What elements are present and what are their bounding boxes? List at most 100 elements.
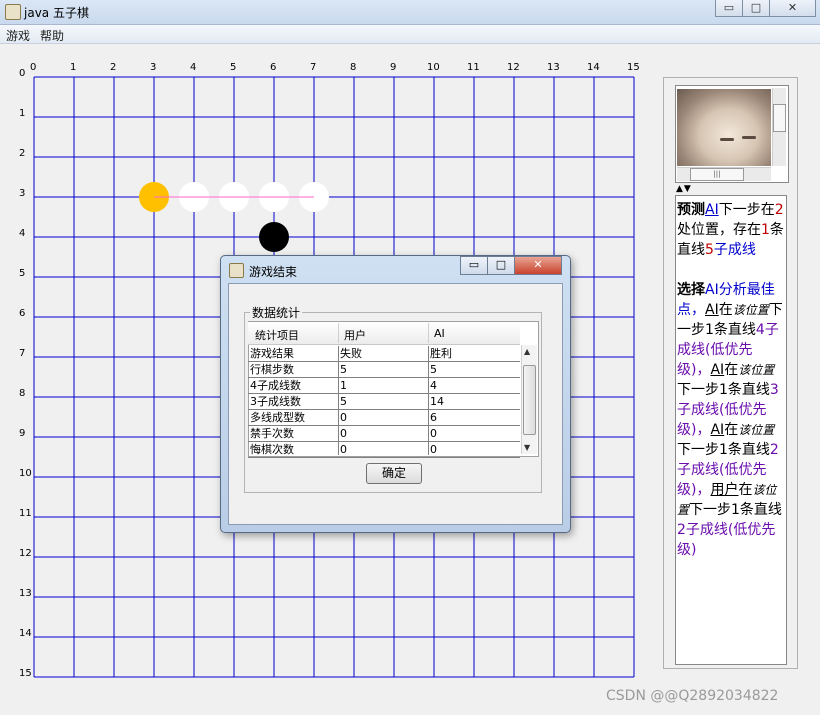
prediction-text-2: 处位置，存在 bbox=[677, 222, 761, 238]
close-button[interactable]: ✕ bbox=[769, 0, 816, 17]
cat-eye-right bbox=[742, 136, 756, 139]
row-label: 13 bbox=[19, 588, 32, 599]
table-column-divider bbox=[338, 346, 339, 455]
sleeping-cat-image bbox=[677, 89, 771, 166]
table-cell[interactable]: 0 bbox=[340, 410, 426, 425]
minimize-button[interactable]: ▭ bbox=[715, 0, 743, 17]
ok-button[interactable]: 确定 bbox=[366, 463, 422, 484]
row-label: 11 bbox=[19, 508, 32, 519]
selection-mid: 下一步1条直线 bbox=[677, 382, 770, 398]
table-cell[interactable]: 0 bbox=[340, 442, 426, 457]
column-label: 9 bbox=[390, 62, 397, 73]
table-cell[interactable]: 4 bbox=[430, 378, 516, 393]
table-cell[interactable]: 0 bbox=[430, 426, 516, 441]
row-label: 5 bbox=[19, 268, 26, 279]
selection-tail: 子成线(低优先级) bbox=[677, 522, 776, 558]
menu-help[interactable]: 帮助 bbox=[40, 27, 64, 44]
table-cell[interactable]: 1 bbox=[340, 378, 426, 393]
table-cell[interactable]: 游戏结果 bbox=[250, 346, 336, 361]
table-cell[interactable]: 0 bbox=[430, 442, 516, 457]
scroll-down-arrow-icon[interactable]: ▼ bbox=[524, 443, 530, 452]
table-cell[interactable]: 悔棋次数 bbox=[250, 442, 336, 457]
dialog-java-icon bbox=[229, 263, 244, 278]
header-separator bbox=[338, 323, 339, 343]
column-header-item[interactable]: 统计项目 bbox=[255, 327, 299, 343]
selection-mid: 下一步1条直线 bbox=[689, 502, 782, 518]
window-title: java 五子棋 bbox=[24, 6, 89, 20]
column-label: 5 bbox=[230, 62, 237, 73]
stats-group-title: 数据统计 bbox=[250, 304, 303, 321]
column-label: 1 bbox=[70, 62, 77, 73]
row-label: 15 bbox=[19, 668, 32, 679]
table-cell[interactable]: 禁手次数 bbox=[250, 426, 336, 441]
table-cell[interactable]: 5 bbox=[340, 362, 426, 377]
selection-heading: 选择 bbox=[677, 282, 705, 298]
selection-pre: 在 bbox=[724, 422, 739, 438]
selection-count: 3 bbox=[769, 382, 779, 398]
row-label: 4 bbox=[19, 228, 26, 239]
column-label: 2 bbox=[110, 62, 117, 73]
row-label: 6 bbox=[19, 308, 26, 319]
prediction-num-2: 1 bbox=[761, 222, 770, 238]
table-cell[interactable]: 5 bbox=[340, 394, 426, 409]
selection-actor: AI bbox=[705, 302, 719, 318]
image-horizontal-scroll-thumb[interactable]: ||| bbox=[690, 168, 744, 181]
split-pane-arrows-icon[interactable]: ▲▼ bbox=[676, 184, 692, 194]
table-cell[interactable]: 行棋步数 bbox=[250, 362, 336, 377]
column-label: 3 bbox=[150, 62, 157, 73]
table-cell[interactable]: 4子成线数 bbox=[250, 378, 336, 393]
dialog-minimize-button[interactable]: ▭ bbox=[460, 256, 488, 275]
selection-pre: 在 bbox=[738, 482, 753, 498]
column-label: 8 bbox=[350, 62, 357, 73]
java-app-icon bbox=[5, 4, 21, 20]
row-label: 9 bbox=[19, 428, 26, 439]
column-header-user[interactable]: 用户 bbox=[344, 327, 366, 343]
table-cell[interactable]: 失败 bbox=[340, 346, 426, 361]
selection-location: 该位置 bbox=[732, 303, 769, 317]
table-cell[interactable]: 14 bbox=[430, 394, 516, 409]
dialog-maximize-button[interactable]: □ bbox=[487, 256, 515, 275]
watermark: CSDN @@Q2892034822 bbox=[606, 688, 779, 704]
prediction-num-3: 5 bbox=[705, 242, 714, 258]
table-cell[interactable]: 0 bbox=[340, 426, 426, 441]
column-label: 15 bbox=[627, 62, 640, 73]
maximize-button[interactable]: □ bbox=[742, 0, 770, 17]
row-label: 8 bbox=[19, 388, 26, 399]
row-label: 2 bbox=[19, 148, 26, 159]
dialog-close-button[interactable]: ✕ bbox=[514, 256, 562, 275]
row-label: 12 bbox=[19, 548, 32, 559]
column-label: 11 bbox=[467, 62, 480, 73]
table-cell[interactable]: 5 bbox=[430, 362, 516, 377]
column-label: 4 bbox=[190, 62, 197, 73]
row-label: 7 bbox=[19, 348, 26, 359]
table-cell[interactable]: 6 bbox=[430, 410, 516, 425]
table-cell[interactable]: 3子成线数 bbox=[250, 394, 336, 409]
selection-actor: AI bbox=[710, 362, 725, 378]
row-label: 14 bbox=[19, 628, 32, 639]
selection-actor: AI bbox=[710, 422, 725, 438]
scroll-up-arrow-icon[interactable]: ▲ bbox=[524, 347, 530, 356]
menu-game[interactable]: 游戏 bbox=[6, 27, 30, 44]
row-label: 3 bbox=[19, 188, 26, 199]
column-label: 10 bbox=[427, 62, 440, 73]
selection-location: 该位置 bbox=[738, 363, 775, 377]
menu-bar bbox=[0, 25, 820, 44]
column-label: 0 bbox=[30, 62, 37, 73]
selection-actor: 用户 bbox=[710, 482, 739, 498]
table-scroll-thumb[interactable] bbox=[523, 365, 536, 435]
image-vertical-scroll-thumb[interactable] bbox=[773, 104, 786, 132]
table-row-divider bbox=[248, 457, 520, 458]
stone bbox=[259, 222, 289, 252]
column-header-ai[interactable]: AI bbox=[434, 327, 445, 340]
prediction-ai-link: AI bbox=[705, 202, 719, 218]
dialog-title: 游戏结束 bbox=[249, 265, 298, 279]
table-cell[interactable]: 多线成型数 bbox=[250, 410, 336, 425]
selection-pre: 在 bbox=[718, 302, 733, 318]
ai-info-text: 预测AI下一步在2处位置，存在1条直线5子成线 选择AI分析最佳点，AI在该位置… bbox=[677, 200, 785, 560]
selection-pre: 在 bbox=[724, 362, 739, 378]
column-label: 14 bbox=[587, 62, 600, 73]
header-separator bbox=[428, 323, 429, 343]
row-label: 1 bbox=[19, 108, 26, 119]
table-cell[interactable]: 胜利 bbox=[430, 346, 516, 361]
column-label: 7 bbox=[310, 62, 317, 73]
